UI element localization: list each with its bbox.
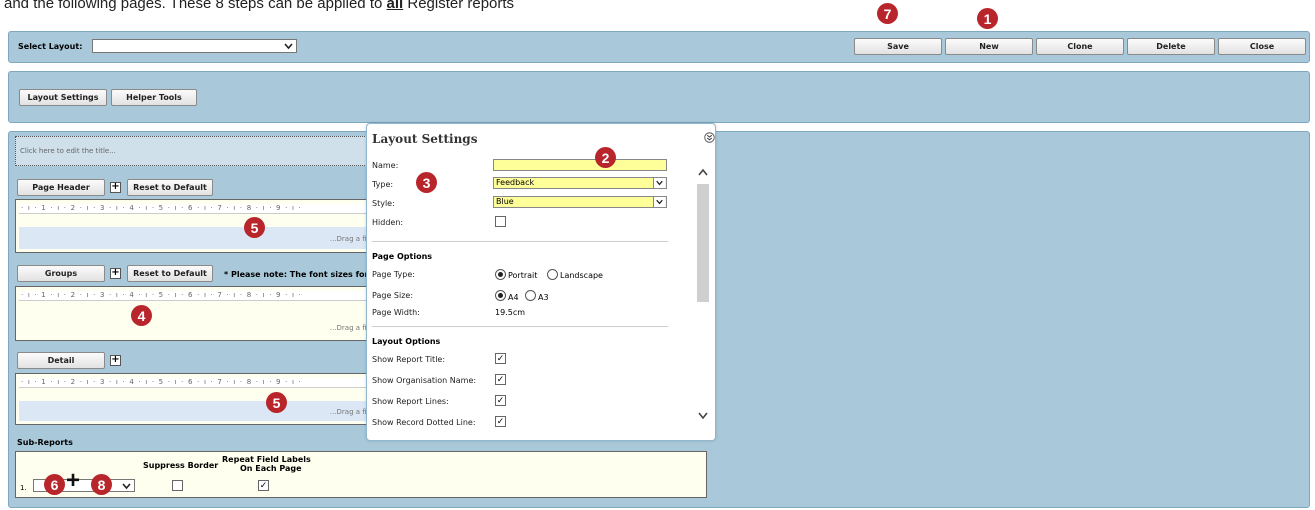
detail-section: · ı · 1 · ı · 2 · ı · 3 · ı · 4 · ı · 5 … [15,373,375,425]
style-select[interactable]: Blue [493,196,667,208]
suppress-border-checkbox[interactable] [172,480,183,491]
page-header-reset-button[interactable]: Reset to Default [127,179,213,196]
groups-drag-hint: ...Drag a fie [329,324,371,332]
save-button[interactable]: Save [854,38,942,55]
tabs-panel: Layout Settings Helper Tools [8,71,1310,123]
step-marker-2: 2 [595,147,616,168]
helper-tools-tab[interactable]: Helper Tools [111,89,197,106]
suppress-border-header: Suppress Border [143,461,219,470]
chevron-down-icon [122,483,131,490]
toolbar-panel: Select Layout: Save New Clone Delete Clo… [8,31,1310,63]
repeat-labels-header-line1: Repeat Field Labels [222,455,311,464]
repeat-labels-header-line2: On Each Page [240,464,302,473]
instruction-text-emphasis: all [386,0,404,12]
collapse-icon[interactable] [704,132,715,143]
detail-drag-hint: ...Drag a fie [329,408,371,416]
a4-radio[interactable] [495,290,506,301]
name-input[interactable] [493,159,667,171]
step-marker-4: 4 [131,305,152,326]
sub-report-row-index: 1. [20,484,27,492]
step-marker-5b: 5 [266,392,287,413]
detail-ruler: · ı · 1 · ı · 2 · ı · 3 · ı · 4 · ı · 5 … [19,378,374,388]
show-report-title-label: Show Report Title: [372,355,446,364]
layout-settings-tab[interactable]: Layout Settings [19,89,107,106]
layout-options-heading: Layout Options [372,337,441,346]
groups-section: · ı · 1 · ı · 2 · ı · 3 · ı · 4 · ı · 5 … [15,286,375,341]
instruction-text-end: Register reports [403,0,515,12]
detail-drop-zone[interactable] [19,401,374,421]
portrait-radio[interactable] [495,269,506,280]
select-layout-label: Select Layout: [18,42,83,51]
landscape-label: Landscape [560,271,603,280]
landscape-radio[interactable] [547,269,558,280]
type-label: Type: [372,180,394,189]
step-marker-8: 8 [91,474,112,495]
repeat-labels-checkbox[interactable]: ✓ [258,480,269,491]
instruction-text: and the following pages. These 8 steps c… [4,0,514,12]
step-marker-3: 3 [416,172,437,193]
scroll-up-icon[interactable] [697,167,709,177]
scrollbar-thumb[interactable] [697,184,709,302]
a3-label: A3 [538,293,549,302]
page-header-add-icon[interactable]: + [110,182,121,193]
chevron-down-icon [653,197,665,207]
page-width-label: Page Width: [372,308,420,317]
style-label: Style: [372,199,395,208]
show-record-dotted-line-checkbox[interactable]: ✓ [495,416,506,427]
hidden-label: Hidden: [372,218,404,227]
page-options-heading: Page Options [372,252,433,261]
layout-settings-panel: Layout Settings Name: Type: Feedback Sty… [366,123,716,441]
sub-reports-heading: Sub-Reports [17,438,73,447]
page-header-section: · ı · 1 · ı · 2 · ı · 3 · ı · 4 · ı · 5 … [15,199,375,253]
chevron-down-icon [284,43,293,50]
close-button[interactable]: Close [1218,38,1306,55]
step-marker-6: 6 [44,474,65,495]
page-header-drop-zone[interactable] [19,227,374,249]
detail-add-icon[interactable]: + [110,355,121,366]
groups-add-icon[interactable]: + [110,268,121,279]
hidden-checkbox[interactable] [495,216,506,227]
section-divider [372,241,668,242]
groups-note: * Please note: The font sizes for [224,270,367,279]
detail-button[interactable]: Detail [17,352,105,369]
type-select-value: Feedback [496,178,535,187]
portrait-label: Portrait [508,271,538,280]
show-report-title-checkbox[interactable]: ✓ [495,353,506,364]
style-select-value: Blue [496,197,514,206]
show-report-lines-checkbox[interactable]: ✓ [495,395,506,406]
page-header-button[interactable]: Page Header [17,179,105,196]
sub-reports-box: Suppress Border Repeat Field Labels On E… [15,451,707,498]
page-size-label: Page Size: [372,291,414,300]
show-organisation-name-label: Show Organisation Name: [372,376,477,385]
step-marker-7: 7 [877,3,898,24]
delete-button[interactable]: Delete [1127,38,1215,55]
page-type-label: Page Type: [372,270,415,279]
type-select[interactable]: Feedback [493,177,667,189]
show-organisation-name-checkbox[interactable]: ✓ [495,374,506,385]
clone-button[interactable]: Clone [1036,38,1124,55]
a3-radio[interactable] [525,290,536,301]
page-header-ruler: · ı · 1 · ı · 2 · ı · 3 · ı · 4 · ı · 5 … [19,204,374,214]
name-label: Name: [372,161,399,170]
instruction-text-start: and the following pages. These 8 steps c… [4,0,387,12]
report-title-placeholder: Click here to edit the title... [20,147,116,155]
groups-reset-button[interactable]: Reset to Default [127,265,213,282]
scroll-down-icon[interactable] [697,411,709,421]
report-title-field[interactable]: Click here to edit the title... [15,136,375,166]
step-marker-1: 1 [977,8,998,29]
new-button[interactable]: New [945,38,1033,55]
a4-label: A4 [508,293,519,302]
chevron-down-icon [653,178,665,188]
layout-settings-title: Layout Settings [372,132,478,146]
section-divider [372,326,668,327]
groups-ruler: · ı · 1 · ı · 2 · ı · 3 · ı · 4 · ı · 5 … [19,291,374,301]
plus-sign: + [66,467,81,494]
show-report-lines-label: Show Report Lines: [372,397,449,406]
page-width-value: 19.5cm [495,308,526,317]
page-header-drag-hint: ...Drag a fie [329,235,371,243]
show-record-dotted-line-label: Show Record Dotted Line: [372,418,476,427]
groups-button[interactable]: Groups [17,265,105,282]
select-layout-dropdown[interactable] [92,39,297,53]
step-marker-5a: 5 [244,217,265,238]
